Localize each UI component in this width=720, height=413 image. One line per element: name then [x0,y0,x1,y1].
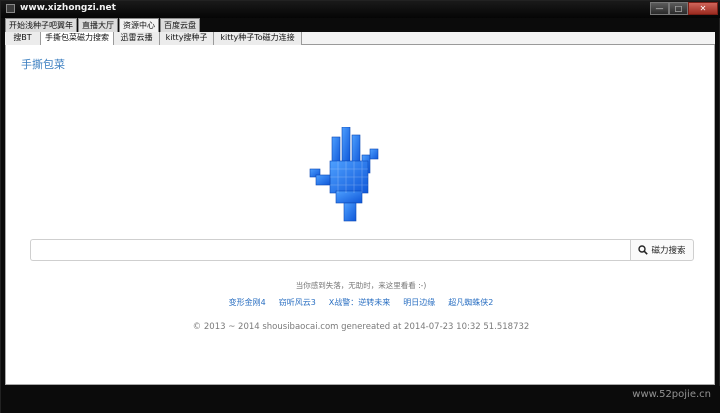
top-tab-bar: 开始浅种子吧翼年 直播大厅 资源中心 百度云盘 [5,18,201,32]
tab-baidu-cloud[interactable]: 百度云盘 [160,18,200,32]
bottom-chrome [1,386,720,413]
tab-start[interactable]: 开始浅种子吧翼年 [5,18,77,32]
app-window: www.xizhongzi.net — □ ✕ 开始浅种子吧翼年 直播大厅 资源… [0,0,720,413]
hot-search-links: 变形金刚4 窃听风云3 X战警：逆转未来 明日边缘 超凡蜘蛛侠2 [6,297,716,308]
hot-link[interactable]: X战警：逆转未来 [329,297,390,308]
tab-live[interactable]: 直播大厅 [78,18,118,32]
hot-link[interactable]: 窃听风云3 [279,297,316,308]
tagline-text: 当你感到失落，无助时，来这里看看 :-) [295,281,427,290]
search-icon [638,245,649,255]
hot-link[interactable]: 超凡蜘蛛侠2 [448,297,493,308]
sub-tab-bar: 搜BT 手撕包菜磁力搜索 迅雷云播 kitty搜种子 kitty种子To磁力连接 [5,32,715,45]
page-footer: © 2013 ~ 2014 shousibaocai.com genereate… [192,322,530,332]
minimize-button[interactable]: — [650,2,669,15]
search-button-label: 磁力搜索 [651,246,686,256]
search-input[interactable] [30,239,630,261]
subtab-search-bt[interactable]: 搜BT [5,32,41,45]
subtab-kitty-magnet[interactable]: kitty种子To磁力连接 [214,32,302,45]
site-brand-link[interactable]: 手撕包菜 [21,56,65,72]
web-page: 手撕包菜 磁力搜索 当你感到失落，无助时，来这里看看:-) 变形金刚4 窃听风… [5,45,715,385]
window-title: www.xizhongzi.net [20,3,116,13]
watermark-line-1: 吾爱破解论坛 [621,370,711,386]
window-controls: — □ ✕ [650,2,718,15]
pixel-hand-logo-icon [309,127,379,222]
maximize-button[interactable]: □ [669,2,688,15]
watermark-line-2: www.52pojie.cn [632,389,711,400]
watermark: 吾爱破解论坛 www.52pojie.cn [621,367,711,400]
subtab-xunlei[interactable]: 迅雷云播 [114,32,160,45]
hot-link[interactable]: 变形金刚4 [229,297,266,308]
search-bar: 磁力搜索 [30,239,694,261]
close-button[interactable]: ✕ [688,2,718,15]
subtab-shousibaocai[interactable]: 手撕包菜磁力搜索 [41,32,114,45]
magnet-search-button[interactable]: 磁力搜索 [630,239,694,261]
hot-link[interactable]: 明日边缘 [403,297,435,308]
tab-resources[interactable]: 资源中心 [119,18,159,32]
app-icon [6,4,15,13]
title-bar[interactable]: www.xizhongzi.net — □ ✕ [1,1,720,18]
subtab-kitty-search[interactable]: kitty搜种子 [160,32,214,45]
